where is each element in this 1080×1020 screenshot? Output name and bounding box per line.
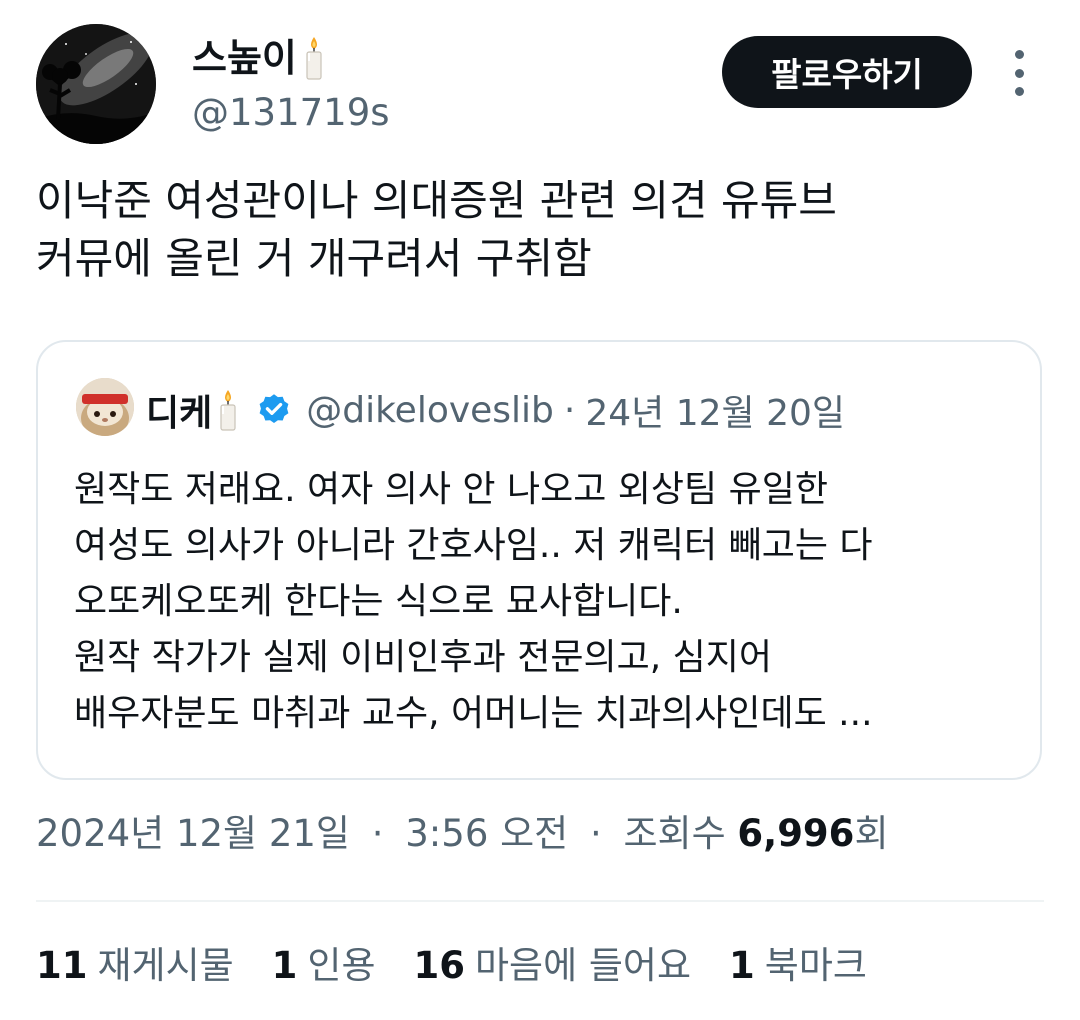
separator-dot: · bbox=[563, 389, 576, 431]
tweet-meta: 2024년 12월 21일 · 3:56 오전 · 조회수 6,996회 bbox=[36, 808, 888, 860]
quoted-tweet-text: 원작도 저래요. 여자 의사 안 나오고 외상팀 유일한 여성도 의사가 아니라… bbox=[74, 462, 1014, 742]
more-dot bbox=[1014, 50, 1024, 59]
author-handle[interactable]: @131719s bbox=[192, 90, 390, 136]
likes-label: 마음에 들어요 bbox=[475, 944, 692, 987]
likes-stat[interactable]: 16 마음에 들어요 bbox=[414, 940, 692, 992]
reposts-count: 11 bbox=[36, 944, 88, 987]
quoted-tweet-header: 디케 @dikeloveslib · 24년 12월 20일 bbox=[146, 382, 845, 438]
likes-count: 16 bbox=[413, 944, 466, 987]
views-suffix: 회 bbox=[854, 812, 889, 855]
views-count: 6,996 bbox=[737, 812, 855, 855]
quoted-author-name[interactable]: 디케 bbox=[146, 384, 212, 436]
engagement-stats: 11 재게시물 1 인용 16 마음에 들어요 1 북마크 bbox=[36, 940, 867, 992]
quoted-text-line: 원작도 저래요. 여자 의사 안 나오고 외상팀 유일한 bbox=[74, 469, 828, 510]
quotes-label: 인용 bbox=[307, 944, 376, 987]
author-name-text: 스높이 bbox=[192, 36, 297, 80]
views-label: 조회수 bbox=[623, 812, 726, 855]
follow-button[interactable]: 팔로우하기 bbox=[722, 36, 972, 108]
bookmarks-count: 1 bbox=[729, 944, 755, 987]
quoted-author-avatar[interactable] bbox=[76, 378, 134, 436]
quoted-text-line: 여성도 의사가 아니라 간호사임.. 저 캐릭터 빼고는 다 bbox=[74, 525, 873, 566]
more-dot bbox=[1014, 68, 1024, 78]
quoted-tweet-card[interactable]: 디케 @dikeloveslib · 24년 12월 20일 원작도 저래요. … bbox=[36, 340, 1042, 780]
quoted-text-line: 원작 작가가 실제 이비인후과 전문의고, 심지어 bbox=[74, 637, 772, 678]
tweet-text: 이낙준 여성관이나 의대증원 관련 의견 유튜브 커뮤에 올린 거 개구려서 구… bbox=[36, 172, 1046, 288]
separator-dot: · bbox=[371, 812, 384, 855]
tweet-text-line: 이낙준 여성관이나 의대증원 관련 의견 유튜브 bbox=[36, 176, 837, 225]
author-display-name[interactable]: 스높이 bbox=[192, 34, 325, 82]
bookmarks-stat[interactable]: 1 북마크 bbox=[729, 940, 867, 992]
more-dot bbox=[1014, 87, 1024, 96]
bookmarks-label: 북마크 bbox=[764, 944, 867, 987]
quoted-author-handle[interactable]: @dikeloveslib bbox=[306, 390, 554, 431]
verified-badge-icon bbox=[256, 392, 292, 428]
divider bbox=[36, 900, 1044, 902]
quoted-text-line: 배우자분도 마취과 교수, 어머니는 치과의사인데도 ... bbox=[74, 693, 873, 734]
candle-icon bbox=[218, 388, 238, 432]
quotes-stat[interactable]: 1 인용 bbox=[272, 940, 376, 992]
reposts-stat[interactable]: 11 재게시물 bbox=[36, 940, 234, 992]
tweet-text-line: 커뮤에 올린 거 개구려서 구취함 bbox=[36, 234, 592, 283]
quotes-count: 1 bbox=[271, 944, 298, 987]
quoted-text-line: 오또케오또케 한다는 식으로 묘사합니다. bbox=[74, 581, 683, 622]
tweet-date[interactable]: 2024년 12월 21일 bbox=[36, 812, 350, 855]
author-avatar[interactable] bbox=[36, 24, 156, 144]
candle-icon bbox=[303, 35, 325, 81]
separator-dot: · bbox=[589, 812, 602, 855]
tweet-time[interactable]: 3:56 오전 bbox=[405, 812, 568, 855]
quoted-tweet-date[interactable]: 24년 12월 20일 bbox=[585, 384, 845, 436]
more-vertical-icon[interactable] bbox=[1004, 50, 1034, 96]
reposts-label: 재게시물 bbox=[97, 944, 234, 987]
